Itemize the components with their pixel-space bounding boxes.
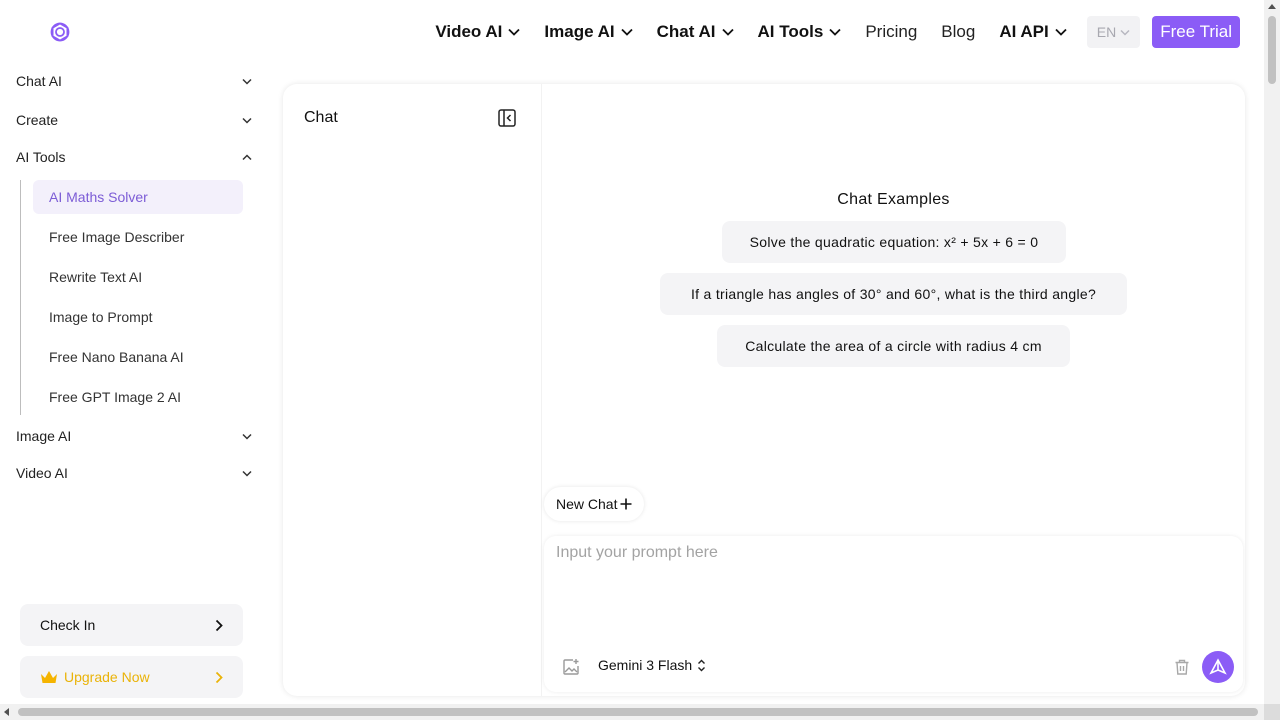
trash-icon[interactable] [1173, 658, 1191, 676]
sidebar-group-label: Image AI [16, 428, 72, 444]
chevron-down-icon [508, 28, 521, 36]
chevron-down-icon [1055, 28, 1067, 36]
sidebar-item-rewrite-text-ai[interactable]: Rewrite Text AI [33, 260, 243, 294]
upgrade-now-button[interactable]: Upgrade Now [20, 656, 243, 698]
chat-example-1[interactable]: Solve the quadratic equation: x² + 5x + … [722, 221, 1066, 263]
sidebar-group-label: Create [16, 112, 59, 128]
submenu-divider [20, 180, 21, 415]
chevron-down-icon [721, 28, 734, 36]
plus-icon [620, 498, 632, 510]
sidebar-group-label: AI Tools [16, 149, 66, 165]
scroll-left-icon[interactable] [4, 708, 9, 716]
logo-icon[interactable] [48, 20, 72, 44]
chat-example-3[interactable]: Calculate the area of a circle with radi… [717, 325, 1070, 367]
nav-label: Pricing [865, 22, 918, 41]
example-text: Solve the quadratic equation: x² + 5x + … [749, 234, 1039, 250]
chevron-down-icon [242, 117, 252, 124]
language-label: EN [1096, 24, 1117, 40]
collapse-panel-icon[interactable] [498, 109, 516, 127]
model-label: Gemini 3 Flash [598, 657, 693, 673]
sidebar-item-free-gpt-image-2-ai[interactable]: Free GPT Image 2 AI [33, 380, 243, 414]
sidebar-item-free-nano-banana-ai[interactable]: Free Nano Banana AI [33, 340, 243, 374]
sidebar-group-ai-tools[interactable]: AI Tools [16, 147, 252, 167]
chat-examples-title: Chat Examples [837, 191, 950, 208]
nav-label: Image AI [544, 22, 615, 41]
chevron-down-icon [1120, 29, 1130, 36]
scroll-up-icon[interactable] [1268, 4, 1276, 9]
chevron-down-icon [829, 28, 841, 36]
chevron-down-icon [242, 78, 252, 85]
image-upload-icon[interactable] [562, 658, 580, 676]
nav-label: AI API [999, 22, 1049, 41]
check-in-button[interactable]: Check In [20, 604, 243, 646]
sidebar-group-create[interactable]: Create [16, 110, 252, 130]
upgrade-content: Upgrade Now [40, 669, 150, 685]
chevron-down-icon [621, 28, 633, 36]
sidebar-item-label: Free Image Describer [49, 229, 185, 245]
vertical-scroll-thumb[interactable] [1268, 16, 1276, 84]
sidebar-item-label: AI Maths Solver [49, 189, 148, 205]
nav-label: AI Tools [757, 22, 824, 41]
prompt-composer: Gemini 3 Flash [544, 536, 1243, 692]
nav-video-ai[interactable]: Video AI [435, 22, 521, 42]
sidebar-group-chat-ai[interactable]: Chat AI [16, 71, 252, 91]
free-trial-button[interactable]: Free Trial [1152, 16, 1240, 48]
crown-icon [41, 670, 57, 683]
nav-image-ai[interactable]: Image AI [544, 22, 633, 42]
nav-chat-ai[interactable]: Chat AI [657, 22, 734, 42]
chevron-right-icon [215, 671, 223, 683]
chevron-up-down-icon [698, 659, 706, 671]
scrollbar-corner [1264, 704, 1280, 720]
send-button[interactable] [1202, 651, 1234, 683]
chevron-down-icon [242, 470, 252, 477]
model-selector[interactable]: Gemini 3 Flash [598, 657, 706, 673]
new-chat-button[interactable]: New Chat [544, 487, 645, 521]
vertical-scrollbar[interactable] [1264, 0, 1280, 704]
check-in-label: Check In [40, 617, 96, 633]
sidebar-group-image-ai[interactable]: Image AI [16, 426, 252, 446]
nav-blog[interactable]: Blog [941, 22, 975, 42]
upgrade-label: Upgrade Now [64, 669, 150, 685]
nav-ai-tools[interactable]: AI Tools [758, 22, 842, 42]
nav-ai-api[interactable]: AI API [999, 22, 1067, 42]
main-nav: Video AI Image AI Chat AI AI Tools Prici… [411, 16, 1240, 48]
chevron-down-icon [242, 433, 252, 440]
language-select[interactable]: EN [1086, 16, 1141, 48]
nav-label: Chat AI [656, 22, 716, 41]
sidebar-group-video-ai[interactable]: Video AI [16, 463, 252, 483]
example-text: If a triangle has angles of 30° and 60°,… [690, 286, 1097, 302]
prompt-input[interactable] [556, 544, 1226, 634]
send-icon [1209, 658, 1227, 675]
example-text: Calculate the area of a circle with radi… [745, 338, 1042, 354]
sidebar-item-label: Rewrite Text AI [49, 269, 143, 285]
nav-label: Blog [941, 22, 976, 41]
sidebar-item-label: Free GPT Image 2 AI [49, 389, 182, 405]
sidebar-item-label: Free Nano Banana AI [49, 349, 184, 365]
sidebar-group-label: Chat AI [16, 73, 62, 89]
horizontal-scrollbar[interactable] [0, 704, 1264, 720]
nav-pricing[interactable]: Pricing [865, 22, 917, 42]
sidebar-item-ai-maths-solver[interactable]: AI Maths Solver [33, 180, 243, 214]
sidebar-item-free-image-describer[interactable]: Free Image Describer [33, 220, 243, 254]
top-bar: Video AI Image AI Chat AI AI Tools Prici… [0, 0, 1264, 64]
chat-example-2[interactable]: If a triangle has angles of 30° and 60°,… [660, 273, 1127, 315]
new-chat-label: New Chat [556, 496, 618, 512]
sidebar: Chat AI Create AI Tools AI Maths Solver … [0, 64, 264, 704]
sidebar-group-label: Video AI [16, 465, 68, 481]
chevron-up-icon [242, 153, 252, 160]
horizontal-scroll-thumb[interactable] [18, 708, 1258, 716]
chat-panel-title: Chat [304, 109, 338, 126]
sidebar-item-label: Image to Prompt [49, 309, 153, 325]
chat-card: Chat Chat Examples Solve the quadratic e… [283, 84, 1245, 696]
chevron-right-icon [215, 619, 223, 631]
chat-history-panel: Chat [283, 84, 542, 696]
nav-label: Video AI [435, 22, 503, 41]
sidebar-item-image-to-prompt[interactable]: Image to Prompt [33, 300, 243, 334]
